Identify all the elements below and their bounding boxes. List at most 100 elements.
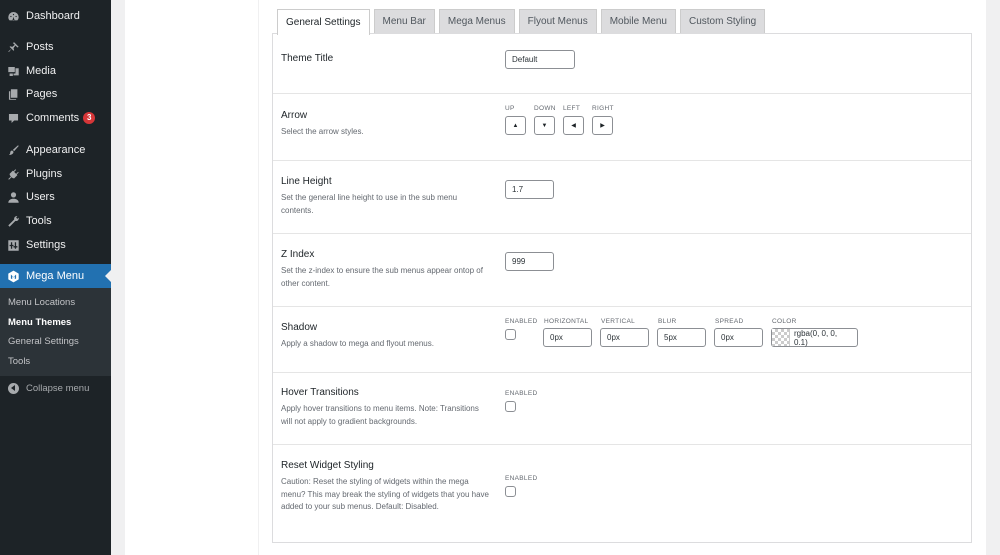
arrow-left-label: LEFT [563,105,581,112]
user-icon [6,190,20,204]
collapse-menu-label: Collapse menu [26,382,90,394]
shadow-spread-input[interactable]: 0px [714,328,763,347]
sidebar-item-label: Users [26,191,55,203]
right-margin [986,0,1000,555]
sidebar-item-settings[interactable]: Settings [0,233,111,257]
sidebar-item-users[interactable]: Users [0,185,111,209]
sidebar-item-label: Comments [26,112,80,124]
z-index-label: Z Index [281,249,315,260]
submenu-item-tools[interactable]: Tools [8,356,30,367]
wrench-icon [6,214,20,228]
arrow-left-select[interactable]: ◀ [563,116,584,135]
sidebar-item-label: Settings [26,239,66,251]
content-gutter [111,0,125,555]
sidebar-item-label: Mega Menu [26,270,85,282]
theme-editor-tabs: General Settings Menu Bar Mega Menus Fly… [277,9,769,35]
shadow-color-picker[interactable]: rgba(0, 0, 0, 0.1) [771,328,858,347]
arrow-label: Arrow [281,110,308,121]
tab-menu-bar[interactable]: Menu Bar [373,9,435,33]
arrow-up-select[interactable]: ▲ [505,116,526,135]
sidebar-item-label: Appearance [26,144,86,156]
shadow-description: Apply a shadow to mega and flyout menus. [281,339,434,348]
submenu-item-menu-locations[interactable]: Menu Locations [8,297,75,308]
arrow-left-icon: ◀ [571,123,576,129]
shadow-blur-input[interactable]: 5px [657,328,706,347]
setting-row-line-height: Line Height Set the general line height … [273,161,971,234]
tab-mega-menus[interactable]: Mega Menus [438,9,515,33]
submenu-item-menu-themes[interactable]: Menu Themes [8,317,71,328]
tab-custom-styling[interactable]: Custom Styling [679,9,766,33]
pages-icon [6,87,20,101]
settings-icon [6,238,20,252]
shadow-vertical-input[interactable]: 0px [600,328,649,347]
tab-mobile-menu[interactable]: Mobile Menu [600,9,676,33]
shadow-blur-label: BLUR [658,318,677,325]
collapse-icon [8,382,19,394]
shadow-horizontal-label: HORIZONTAL [544,318,589,325]
arrow-description: Select the arrow styles. [281,127,364,136]
arrow-down-icon: ▼ [541,122,548,129]
shadow-enabled-label: ENABLED [505,318,538,325]
sidebar-item-comments[interactable]: Comments 3 [0,106,111,130]
shadow-horizontal-input[interactable]: 0px [543,328,592,347]
sidebar-item-appearance[interactable]: Appearance [0,138,111,162]
mega-menu-submenu: Menu Locations Menu Themes General Setti… [0,288,111,376]
arrow-right-label: RIGHT [592,105,614,112]
shadow-vertical-label: VERTICAL [601,318,636,325]
color-swatch-icon [772,329,790,346]
sidebar-item-label: Media [26,65,56,77]
setting-row-z-index: Z Index Set the z-index to ensure the su… [273,234,971,307]
setting-row-arrow: Arrow Select the arrow styles. UP DOWN L… [273,94,971,161]
theme-title-input[interactable]: Default [505,50,575,69]
sidebar-item-label: Tools [26,215,52,227]
sidebar-item-mega-menu[interactable]: Mega Menu [0,264,111,288]
arrow-up-label: UP [505,105,515,112]
sidebar-item-pages[interactable]: Pages [0,82,111,106]
sidebar-item-label: Pages [26,88,58,100]
hover-transitions-label: Hover Transitions [281,387,359,398]
tab-general-settings[interactable]: General Settings [277,9,370,35]
shadow-color-label: COLOR [772,318,797,325]
shadow-label: Shadow [281,322,318,333]
shadow-enabled-checkbox[interactable] [505,329,516,340]
sidebar-item-label: Posts [26,41,54,53]
z-index-input[interactable]: 999 [505,252,554,271]
arrow-down-label: DOWN [534,105,556,112]
arrow-up-icon: ▲ [512,122,519,129]
setting-row-shadow: Shadow Apply a shadow to mega and flyout… [273,307,971,373]
reset-widget-styling-label: Reset Widget Styling [281,460,374,471]
theme-title-label: Theme Title [281,53,334,64]
comment-icon [6,111,20,125]
sidebar-item-label: Dashboard [26,10,80,22]
paintbrush-icon [6,143,20,157]
dashboard-icon [6,9,20,23]
hover-transitions-enabled-label: ENABLED [505,390,538,397]
arrow-right-select[interactable]: ▶ [592,116,613,135]
sidebar-item-media[interactable]: Media [0,59,111,83]
line-height-input[interactable]: 1.7 [505,180,554,199]
comments-count-badge: 3 [83,112,96,124]
arrow-down-select[interactable]: ▼ [534,116,555,135]
setting-row-hover-transitions: Hover Transitions Apply hover transition… [273,373,971,445]
reset-widget-styling-description: Caution: Reset the styling of widgets wi… [281,477,489,511]
media-icon [6,64,20,78]
hover-transitions-checkbox[interactable] [505,401,516,412]
general-settings-table: Theme Title Default Arrow Select the arr… [272,33,972,543]
tab-flyout-menus[interactable]: Flyout Menus [518,9,597,33]
shadow-color-value: rgba(0, 0, 0, 0.1) [793,328,838,347]
arrow-right-icon: ▶ [600,123,605,129]
sidebar-item-tools[interactable]: Tools [0,209,111,233]
sidebar-item-plugins[interactable]: Plugins [0,162,111,186]
setting-row-reset-widget-styling: Reset Widget Styling Caution: Reset the … [273,445,971,543]
sidebar-item-dashboard[interactable]: Dashboard [0,4,111,28]
panel-divider [258,0,259,555]
collapse-menu-button[interactable]: Collapse menu [0,376,111,400]
admin-sidebar: Dashboard Posts Media Pages Comments 3 A… [0,0,111,555]
submenu-item-general-settings[interactable]: General Settings [8,336,79,347]
line-height-label: Line Height [281,176,332,187]
reset-widget-styling-checkbox[interactable] [505,486,516,497]
z-index-description: Set the z-index to ensure the sub menus … [281,266,483,288]
mega-menu-icon [6,269,20,283]
sidebar-item-posts[interactable]: Posts [0,35,111,59]
reset-widget-styling-enabled-label: ENABLED [505,475,538,482]
